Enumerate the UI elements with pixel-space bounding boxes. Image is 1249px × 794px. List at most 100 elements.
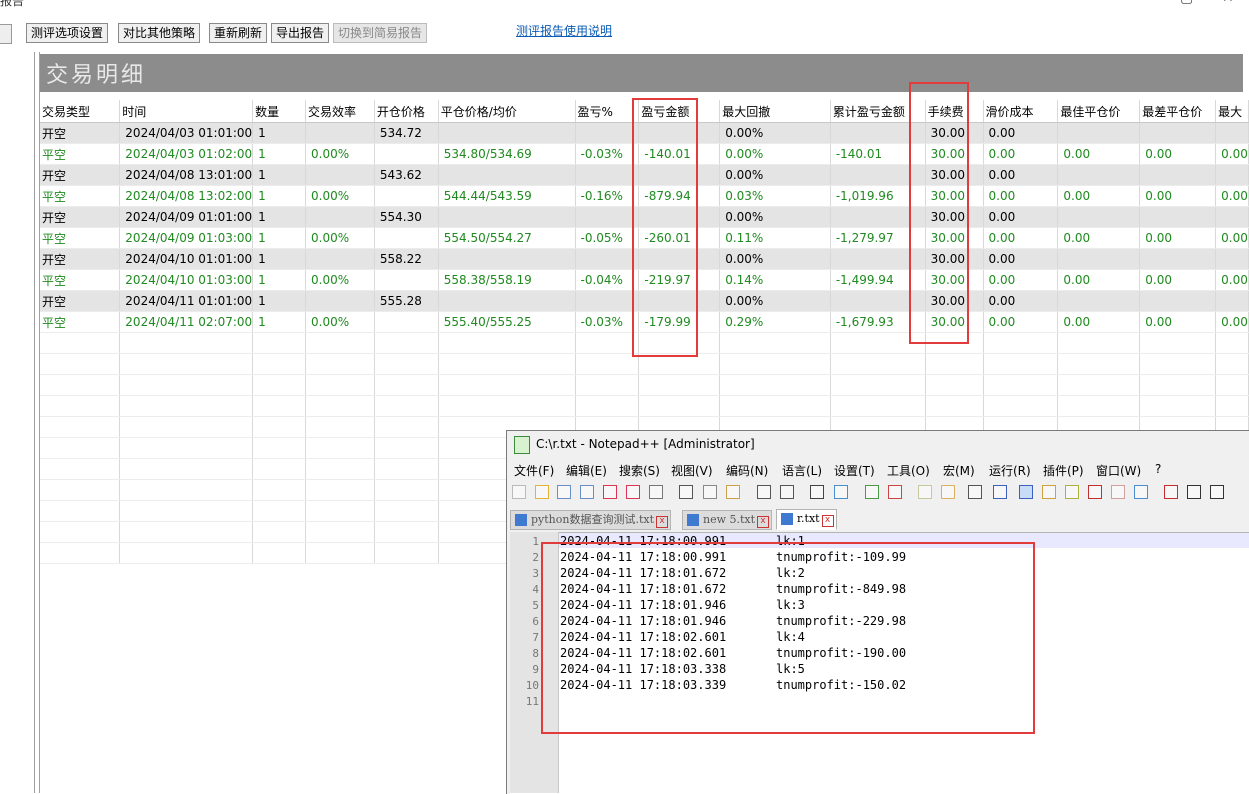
empty-cell [305, 542, 375, 564]
table-cell: 0.14% [719, 269, 831, 291]
empty-cell [374, 332, 439, 354]
sync-h-icon[interactable] [941, 485, 955, 499]
wrap-icon[interactable] [968, 485, 982, 499]
empty-cell [830, 374, 926, 396]
compare-strategy-button[interactable]: 对比其他策略 [118, 23, 201, 43]
close-icon[interactable] [603, 485, 617, 499]
refresh-button[interactable]: 重新刷新 [209, 23, 268, 43]
empty-cell [374, 374, 439, 396]
menu-item[interactable]: 插件(P) [1043, 462, 1084, 479]
column-header[interactable]: 最差平仓价 [1139, 100, 1217, 123]
table-cell: 0.00 [1057, 185, 1141, 207]
column-header[interactable]: 最大回撤 [719, 100, 831, 123]
table-cell [575, 122, 640, 144]
tab-r-txt[interactable]: r.txt x [776, 509, 837, 530]
column-header[interactable]: 滑价成本 [983, 100, 1059, 123]
table-cell [575, 164, 640, 186]
function-list-icon[interactable] [1065, 485, 1079, 499]
table-cell: 0.00 [983, 290, 1059, 312]
notepad-title: C:\r.txt - Notepad++ [Administrator] [536, 437, 755, 451]
column-header[interactable]: 交易类型 [40, 100, 121, 123]
show-all-icon[interactable] [993, 485, 1007, 499]
maximize-icon[interactable]: ▢ [1180, 0, 1193, 6]
save-icon[interactable] [557, 485, 571, 499]
paste-icon[interactable] [726, 485, 740, 499]
menu-item[interactable]: 宏(M) [943, 462, 975, 479]
close-tab-icon[interactable]: x [656, 516, 669, 528]
tab-label: r.txt [797, 512, 820, 525]
column-header[interactable]: 交易效率 [305, 100, 375, 123]
tab-new5[interactable]: new 5.txt x [682, 510, 773, 530]
menu-item[interactable]: 视图(V) [671, 462, 713, 479]
tab-python-query[interactable]: python数据查询测试.txt x [510, 510, 672, 530]
empty-cell [925, 395, 984, 417]
close-icon[interactable]: ✕ [1222, 0, 1234, 6]
table-cell [438, 290, 576, 312]
close-all-icon[interactable] [626, 485, 640, 499]
menu-item[interactable]: ? [1155, 462, 1161, 476]
empty-cell [305, 437, 375, 459]
zoom-out-icon[interactable] [888, 485, 902, 499]
indent-guide-icon[interactable] [1019, 485, 1033, 499]
table-cell: 1 [252, 311, 306, 333]
doc-map-icon[interactable] [1042, 485, 1056, 499]
sync-v-icon[interactable] [918, 485, 932, 499]
close-tab-icon[interactable]: x [821, 515, 834, 527]
table-cell: 1 [252, 143, 306, 165]
open-file-icon[interactable] [535, 485, 549, 499]
export-report-button[interactable]: 导出报告 [271, 23, 330, 43]
replace-icon[interactable] [834, 485, 848, 499]
menu-item[interactable]: 窗口(W) [1096, 462, 1141, 479]
cut-icon[interactable] [679, 485, 693, 499]
table-cell [1057, 206, 1141, 228]
folder-icon[interactable] [1088, 485, 1102, 499]
menu-item[interactable]: 编码(N) [726, 462, 768, 479]
help-link[interactable]: 测评报告使用说明 [516, 22, 612, 39]
record-icon[interactable] [1134, 485, 1148, 499]
menu-item[interactable]: 运行(R) [989, 462, 1031, 479]
empty-cell [252, 332, 306, 354]
column-header[interactable]: 平仓价格/均价 [438, 100, 576, 123]
undo-icon[interactable] [757, 485, 771, 499]
redo-icon[interactable] [780, 485, 794, 499]
table-cell: 2024/04/11 01:01:00 [119, 290, 254, 312]
column-header[interactable]: 最佳平仓价 [1057, 100, 1141, 123]
find-icon[interactable] [810, 485, 824, 499]
table-cell: 0.00% [305, 143, 375, 165]
column-header[interactable]: 数量 [252, 100, 306, 123]
menu-item[interactable]: 设置(T) [834, 462, 875, 479]
save-all-icon[interactable] [580, 485, 594, 499]
run-macro-icon[interactable] [1210, 485, 1224, 499]
table-cell: 平空 [40, 311, 121, 333]
test-options-button[interactable]: 测评选项设置 [26, 23, 109, 43]
menu-item[interactable]: 搜索(S) [619, 462, 660, 479]
column-header[interactable]: 最大 [1215, 100, 1249, 123]
table-cell: 1 [252, 269, 306, 291]
new-file-icon[interactable] [512, 485, 526, 499]
table-cell: 0.00 [1057, 143, 1141, 165]
table-cell: -0.05% [575, 227, 640, 249]
save-icon [781, 513, 793, 525]
copy-icon[interactable] [703, 485, 717, 499]
stop-icon[interactable] [1164, 485, 1178, 499]
menu-item[interactable]: 语言(L) [782, 462, 822, 479]
column-header[interactable]: 开仓价格 [374, 100, 439, 123]
monitor-icon[interactable] [1111, 485, 1125, 499]
menu-item[interactable]: 编辑(E) [566, 462, 607, 479]
table-cell: 0.00 [1139, 185, 1217, 207]
simple-report-button[interactable]: 切换到简易报告 [333, 23, 428, 43]
table-cell: 平空 [40, 185, 121, 207]
menu-item[interactable]: 文件(F) [514, 462, 554, 479]
table-cell: 0.00 [983, 185, 1059, 207]
column-header[interactable]: 时间 [119, 100, 254, 123]
column-header[interactable]: 盈亏% [575, 100, 640, 123]
print-icon[interactable] [649, 485, 663, 499]
close-tab-icon[interactable]: x [757, 516, 770, 528]
menu-item[interactable]: 工具(O) [887, 462, 930, 479]
table-cell [1215, 290, 1249, 312]
zoom-in-icon[interactable] [865, 485, 879, 499]
play-icon[interactable] [1187, 485, 1201, 499]
toolbar-left-button[interactable] [0, 24, 12, 44]
table-cell: -0.03% [575, 311, 640, 333]
table-cell: 0.00% [305, 269, 375, 291]
